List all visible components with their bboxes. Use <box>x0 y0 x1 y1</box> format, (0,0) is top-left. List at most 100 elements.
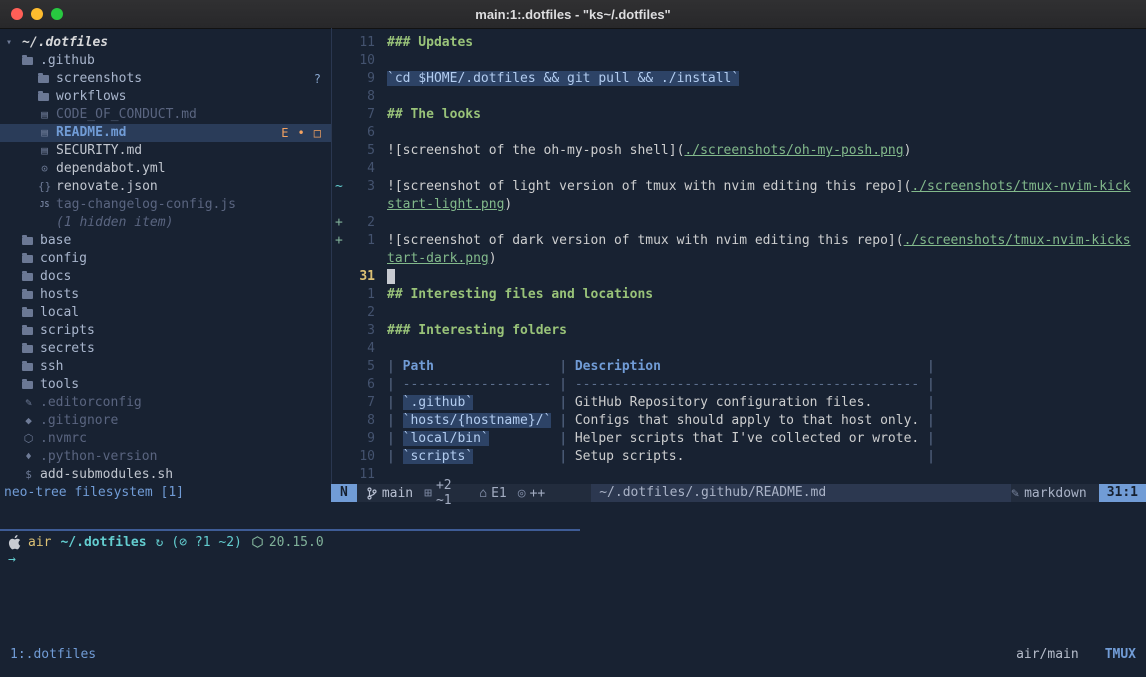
gutter-sign <box>332 412 349 430</box>
editor-line[interactable]: 8 <box>332 88 1146 106</box>
py-file-icon: ♦ <box>22 448 35 466</box>
tree-item-github[interactable]: .github <box>0 52 331 70</box>
editor-line[interactable]: 7## The looks <box>332 106 1146 124</box>
file-tree: ▾~/.dotfiles.githubscreenshots?workflows… <box>0 34 331 484</box>
editor-buffer[interactable]: 11### Updates 10 9`cd $HOME/.dotfiles &&… <box>331 28 1146 484</box>
editor-line[interactable]: 9| `local/bin` | Helper scripts that I'v… <box>332 430 1146 448</box>
editor-line[interactable]: 2 <box>332 304 1146 322</box>
js-file-icon: JS <box>38 196 51 214</box>
editor-line[interactable]: 8| `hosts/{hostname}/` | Configs that sh… <box>332 412 1146 430</box>
tree-item-workflows[interactable]: workflows <box>0 88 331 106</box>
shell-pane[interactable]: air ~/.dotfiles ↻ (⊘ ?1 ~2) 20.15.0 → <box>0 533 1146 569</box>
tree-item-tag-changelog-config-js[interactable]: JStag-changelog-config.js <box>0 196 331 214</box>
tree-item-add-submodules-sh[interactable]: $add-submodules.sh <box>0 466 331 484</box>
tree-item-label: .python-version <box>40 448 157 466</box>
editor-line[interactable]: 11### Updates <box>332 34 1146 52</box>
editor-line[interactable]: 9`cd $HOME/.dotfiles && git pull && ./in… <box>332 70 1146 88</box>
tree-item-label: config <box>40 250 87 268</box>
folder-icon <box>38 75 49 83</box>
editor-line[interactable]: 1## Interesting files and locations <box>332 286 1146 304</box>
editor-line[interactable]: 6| ------------------- | ---------------… <box>332 376 1146 394</box>
line-text: | `scripts` | Setup scripts. | <box>387 448 935 466</box>
tree-item-label: tools <box>40 376 79 394</box>
editor-line[interactable]: 4 <box>332 340 1146 358</box>
tree-item-python-version[interactable]: ♦ .python-version <box>0 448 331 466</box>
tree-item-tools[interactable]: tools <box>0 376 331 394</box>
gutter-sign <box>332 52 349 70</box>
line-text: ### Interesting folders <box>387 322 567 340</box>
tree-item-config[interactable]: config <box>0 250 331 268</box>
tmux-pane-border[interactable] <box>0 529 580 531</box>
editor-line[interactable]: 7| `.github` | GitHub Repository configu… <box>332 394 1146 412</box>
line-number: 11 <box>349 34 375 52</box>
tree-item-label: hosts <box>40 286 79 304</box>
expander-icon[interactable]: ▾ <box>6 34 22 52</box>
titlebar: main:1:.dotfiles - "ks~/.dotfiles" <box>0 0 1146 29</box>
tree-item-editorconfig[interactable]: ✎.editorconfig <box>0 394 331 412</box>
prompt-path: ~/.dotfiles <box>60 535 146 550</box>
diagnostics: ⌂ E1 <box>479 486 506 501</box>
tree-item-hosts[interactable]: hosts <box>0 286 331 304</box>
pencil-file-icon: ✎ <box>22 394 35 412</box>
folder-icon <box>22 345 33 353</box>
tree-item-code-of-conduct-md[interactable]: ▤CODE_OF_CONDUCT.md <box>0 106 331 124</box>
editor-line[interactable]: 31 <box>332 268 1146 286</box>
line-text: ![screenshot of the oh-my-posh shell](./… <box>387 142 911 160</box>
tree-item-scripts[interactable]: scripts <box>0 322 331 340</box>
tree-item-docs[interactable]: docs <box>0 268 331 286</box>
gutter-sign <box>332 340 349 358</box>
editor-line[interactable]: 6 <box>332 124 1146 142</box>
braces-file-icon: {} <box>38 178 51 196</box>
tree-item-renovate-json[interactable]: {}renovate.json <box>0 178 331 196</box>
tree-item-label: add-submodules.sh <box>40 466 173 484</box>
editor-line[interactable]: 10| `scripts` | Setup scripts. | <box>332 448 1146 466</box>
tmux-window-tab[interactable]: 1:.dotfiles <box>10 647 96 662</box>
gutter-sign <box>332 268 349 286</box>
tree-item-gitignore[interactable]: ◆.gitignore <box>0 412 331 430</box>
line-text: `cd $HOME/.dotfiles && git pull && ./ins… <box>387 70 739 88</box>
tree-item-nvmrc[interactable]: ⬡.nvmrc <box>0 430 331 448</box>
tree-item-secrets[interactable]: secrets <box>0 340 331 358</box>
line-number: 2 <box>349 214 375 232</box>
tree-item-dependabot-yml[interactable]: ⊙dependabot.yml <box>0 160 331 178</box>
line-text: tart-dark.png) <box>387 250 497 268</box>
editor-line[interactable]: 4 <box>332 160 1146 178</box>
tree-item-label: docs <box>40 268 71 286</box>
tree-item-readme-md[interactable]: ▤README.mdE•□ <box>0 124 331 142</box>
editor-line[interactable]: ~3![screenshot of light version of tmux … <box>332 178 1146 196</box>
line-number: 2 <box>349 304 375 322</box>
diff-counts: +2 ~1 <box>436 478 468 508</box>
line-number: 10 <box>349 52 375 70</box>
gutter-sign <box>332 358 349 376</box>
tree-item-label: base <box>40 232 71 250</box>
line-number: 6 <box>349 124 375 142</box>
editor-line[interactable]: 10 <box>332 52 1146 70</box>
line-text: ## Interesting files and locations <box>387 286 653 304</box>
editor-line[interactable]: 5![screenshot of the oh-my-posh shell](.… <box>332 142 1146 160</box>
line-number: 8 <box>349 412 375 430</box>
editor-line[interactable]: +2 <box>332 214 1146 232</box>
filetype-label: markdown <box>1024 486 1087 501</box>
tree-item-1-hidden-item[interactable]: (1 hidden item) <box>0 214 331 232</box>
line-text: | ------------------- | ----------------… <box>387 376 935 394</box>
folder-icon <box>22 237 33 245</box>
tree-item-base[interactable]: base <box>0 232 331 250</box>
line-text: ![screenshot of light version of tmux wi… <box>387 178 1131 196</box>
tree-item-dotfiles[interactable]: ▾~/.dotfiles <box>0 34 331 52</box>
editor-line[interactable]: 3### Interesting folders <box>332 322 1146 340</box>
tree-item-security-md[interactable]: ▤SECURITY.md <box>0 142 331 160</box>
prompt-git-status: (⊘ ?1 ~2) <box>171 535 241 550</box>
line-number: 11 <box>349 466 375 484</box>
minimize-button[interactable] <box>31 8 43 20</box>
tree-item-local[interactable]: local <box>0 304 331 322</box>
editor-line[interactable]: start-light.png) <box>332 196 1146 214</box>
editor-line[interactable]: 5| Path | Description | <box>332 358 1146 376</box>
zoom-button[interactable] <box>51 8 63 20</box>
tree-item-screenshots[interactable]: screenshots? <box>0 70 331 88</box>
line-number: 8 <box>349 88 375 106</box>
close-button[interactable] <box>11 8 23 20</box>
editor-line[interactable]: tart-dark.png) <box>332 250 1146 268</box>
tree-item-ssh[interactable]: ssh <box>0 358 331 376</box>
editor-line[interactable]: +1![screenshot of dark version of tmux w… <box>332 232 1146 250</box>
folder-icon <box>22 273 33 281</box>
